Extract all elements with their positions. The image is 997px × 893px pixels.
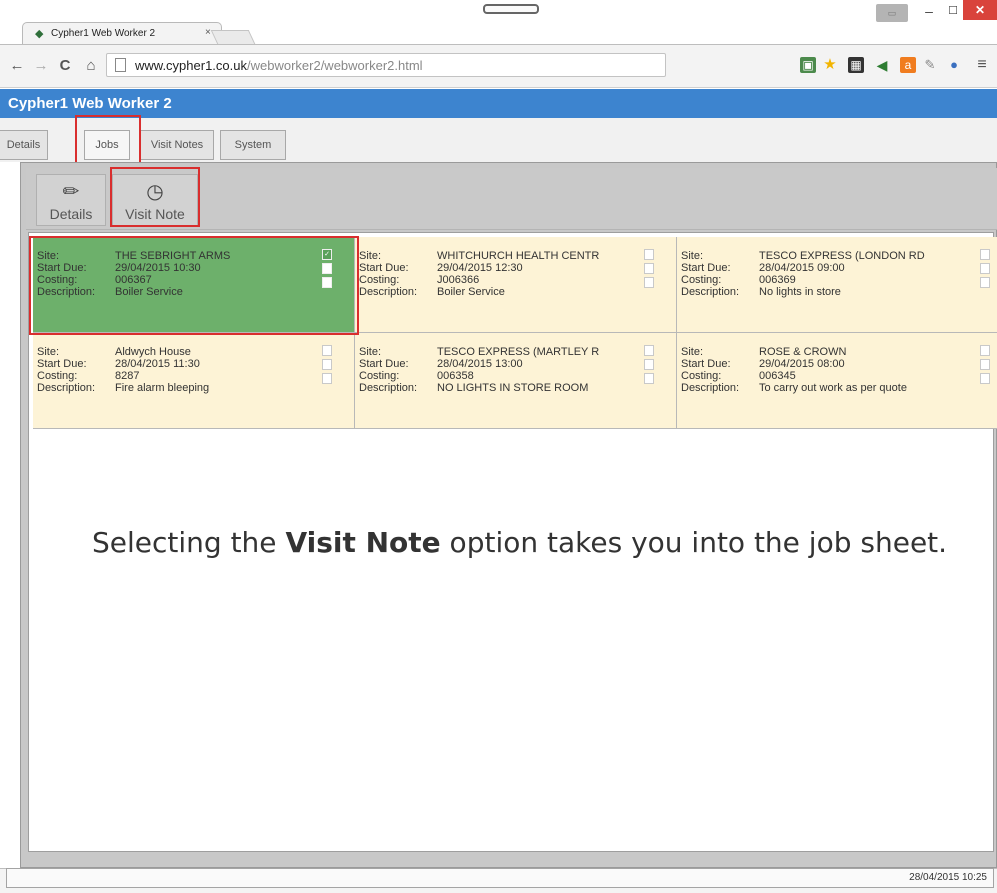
extension-person-icon[interactable]: ● <box>946 57 962 73</box>
app-header: Cypher1 Web Worker 2 <box>0 89 997 118</box>
url-path: /webworker2/webworker2.html <box>247 58 423 73</box>
job-description-row: Description: Fire alarm bleeping <box>37 381 209 395</box>
job-description: To carry out work as per quote <box>759 382 907 394</box>
checkbox-icon[interactable] <box>980 345 990 356</box>
job-description-row: Description: NO LIGHTS IN STORE ROOM <box>359 381 588 395</box>
forward-arrow-icon[interactable]: → <box>32 57 50 75</box>
caption-bold-text: Visit Note <box>285 526 441 559</box>
minimize-icon[interactable]: – <box>920 2 938 20</box>
description-label: Description: <box>37 382 96 394</box>
browser-tab-title: Cypher1 Web Worker 2 <box>51 28 156 39</box>
extension-plugin-icon[interactable]: ✎ <box>922 57 938 73</box>
app-tab-bar: Details Jobs Visit Notes System <box>0 118 997 162</box>
details-button[interactable]: ✏ Details <box>36 174 106 226</box>
extension-image-icon[interactable]: ▣ <box>800 57 816 73</box>
note-icon <box>980 263 990 274</box>
job-card[interactable]: Site: TESCO EXPRESS (LONDON RD Start Due:… <box>677 237 997 333</box>
document-icon <box>644 277 654 288</box>
document-icon <box>980 277 990 288</box>
document-icon <box>322 373 332 384</box>
checkbox-icon[interactable] <box>980 249 990 260</box>
screenshot-root: ◆ Cypher1 Web Worker 2 × ▭ – ☐ ✕ ← → C ⌂… <box>0 0 997 893</box>
status-date: 28/04/2015 10:25 <box>909 872 987 883</box>
url-text: www.cypher1.co.uk/webworker2/webworker2.… <box>135 58 423 73</box>
checkbox-icon[interactable] <box>644 249 654 260</box>
new-tab-button[interactable] <box>210 30 256 44</box>
window-close-icon[interactable]: ✕ <box>963 0 997 20</box>
back-arrow-icon[interactable]: ← <box>8 57 26 75</box>
page-icon <box>115 58 126 72</box>
jobs-tab-highlight <box>75 115 141 165</box>
pencil-icon: ✏ <box>62 181 80 203</box>
job-description-row: Description: No lights in store <box>681 285 841 299</box>
job-card[interactable]: Site: ROSE & CROWN Start Due: 29/04/2015 0… <box>677 333 997 429</box>
selected-job-highlight <box>29 236 359 335</box>
extension-speaker-icon[interactable]: ◀ <box>874 57 890 73</box>
document-icon <box>980 373 990 384</box>
job-description-row: Description: To carry out work as per quo… <box>681 381 907 395</box>
browser-toolbar: ← → C ⌂ www.cypher1.co.uk/webworker2/web… <box>0 44 997 88</box>
note-icon <box>644 263 654 274</box>
app-title: Cypher1 Web Worker 2 <box>8 95 172 112</box>
browser-tab[interactable]: ◆ Cypher1 Web Worker 2 × <box>22 22 222 44</box>
user-profile-icon[interactable]: ▭ <box>876 4 908 22</box>
description-label: Description: <box>681 382 740 394</box>
checkbox-icon[interactable] <box>322 345 332 356</box>
job-description: Fire alarm bleeping <box>115 382 210 394</box>
document-icon <box>644 373 654 384</box>
address-bar[interactable]: www.cypher1.co.uk/webworker2/webworker2.… <box>106 53 666 77</box>
note-icon <box>322 359 332 370</box>
description-label: Description: <box>359 286 418 298</box>
app-favicon-icon: ◆ <box>35 28 44 40</box>
instruction-caption: Selecting the Visit Note option takes yo… <box>92 524 952 562</box>
job-description: No lights in store <box>759 286 841 298</box>
job-card[interactable]: Site: WHITCHURCH HEALTH CENTR Start Due: 2… <box>355 237 677 333</box>
checkbox-icon[interactable] <box>644 345 654 356</box>
home-icon[interactable]: ⌂ <box>82 57 100 75</box>
job-description: Boiler Service <box>437 286 505 298</box>
details-button-label: Details <box>49 206 93 222</box>
tab-details[interactable]: Details <box>0 130 48 160</box>
menu-icon[interactable]: ≡ <box>974 57 990 73</box>
status-panel: 28/04/2015 10:25 <box>6 868 994 888</box>
caption-text-after: option takes you into the job sheet. <box>440 526 948 559</box>
description-label: Description: <box>359 382 418 394</box>
maximize-icon[interactable]: ☐ <box>944 2 962 20</box>
extension-amazon-icon[interactable]: a <box>900 57 916 73</box>
description-label: Description: <box>681 286 740 298</box>
tab-close-icon[interactable]: × <box>205 27 211 38</box>
note-icon <box>980 359 990 370</box>
url-host: www.cypher1.co.uk <box>135 58 247 73</box>
job-description: NO LIGHTS IN STORE ROOM <box>437 382 589 394</box>
reload-icon[interactable]: C <box>56 57 74 75</box>
visit-note-highlight <box>110 167 200 227</box>
window-handle <box>483 4 539 14</box>
tab-visit-notes[interactable]: Visit Notes <box>140 130 214 160</box>
browser-tabstrip: ◆ Cypher1 Web Worker 2 × ▭ – ☐ ✕ <box>0 0 997 44</box>
caption-text-before: Selecting the <box>92 526 286 559</box>
bookmark-star-icon[interactable]: ★ <box>822 57 838 73</box>
extension-grid-icon[interactable]: ▦ <box>848 57 864 73</box>
job-card[interactable]: Site: Aldwych House Start Due: 28/04/2015 … <box>33 333 355 429</box>
tab-system[interactable]: System <box>220 130 286 160</box>
job-description-row: Description: Boiler Service <box>359 285 505 299</box>
job-card[interactable]: Site: TESCO EXPRESS (MARTLEY R Start Due:… <box>355 333 677 429</box>
note-icon <box>644 359 654 370</box>
